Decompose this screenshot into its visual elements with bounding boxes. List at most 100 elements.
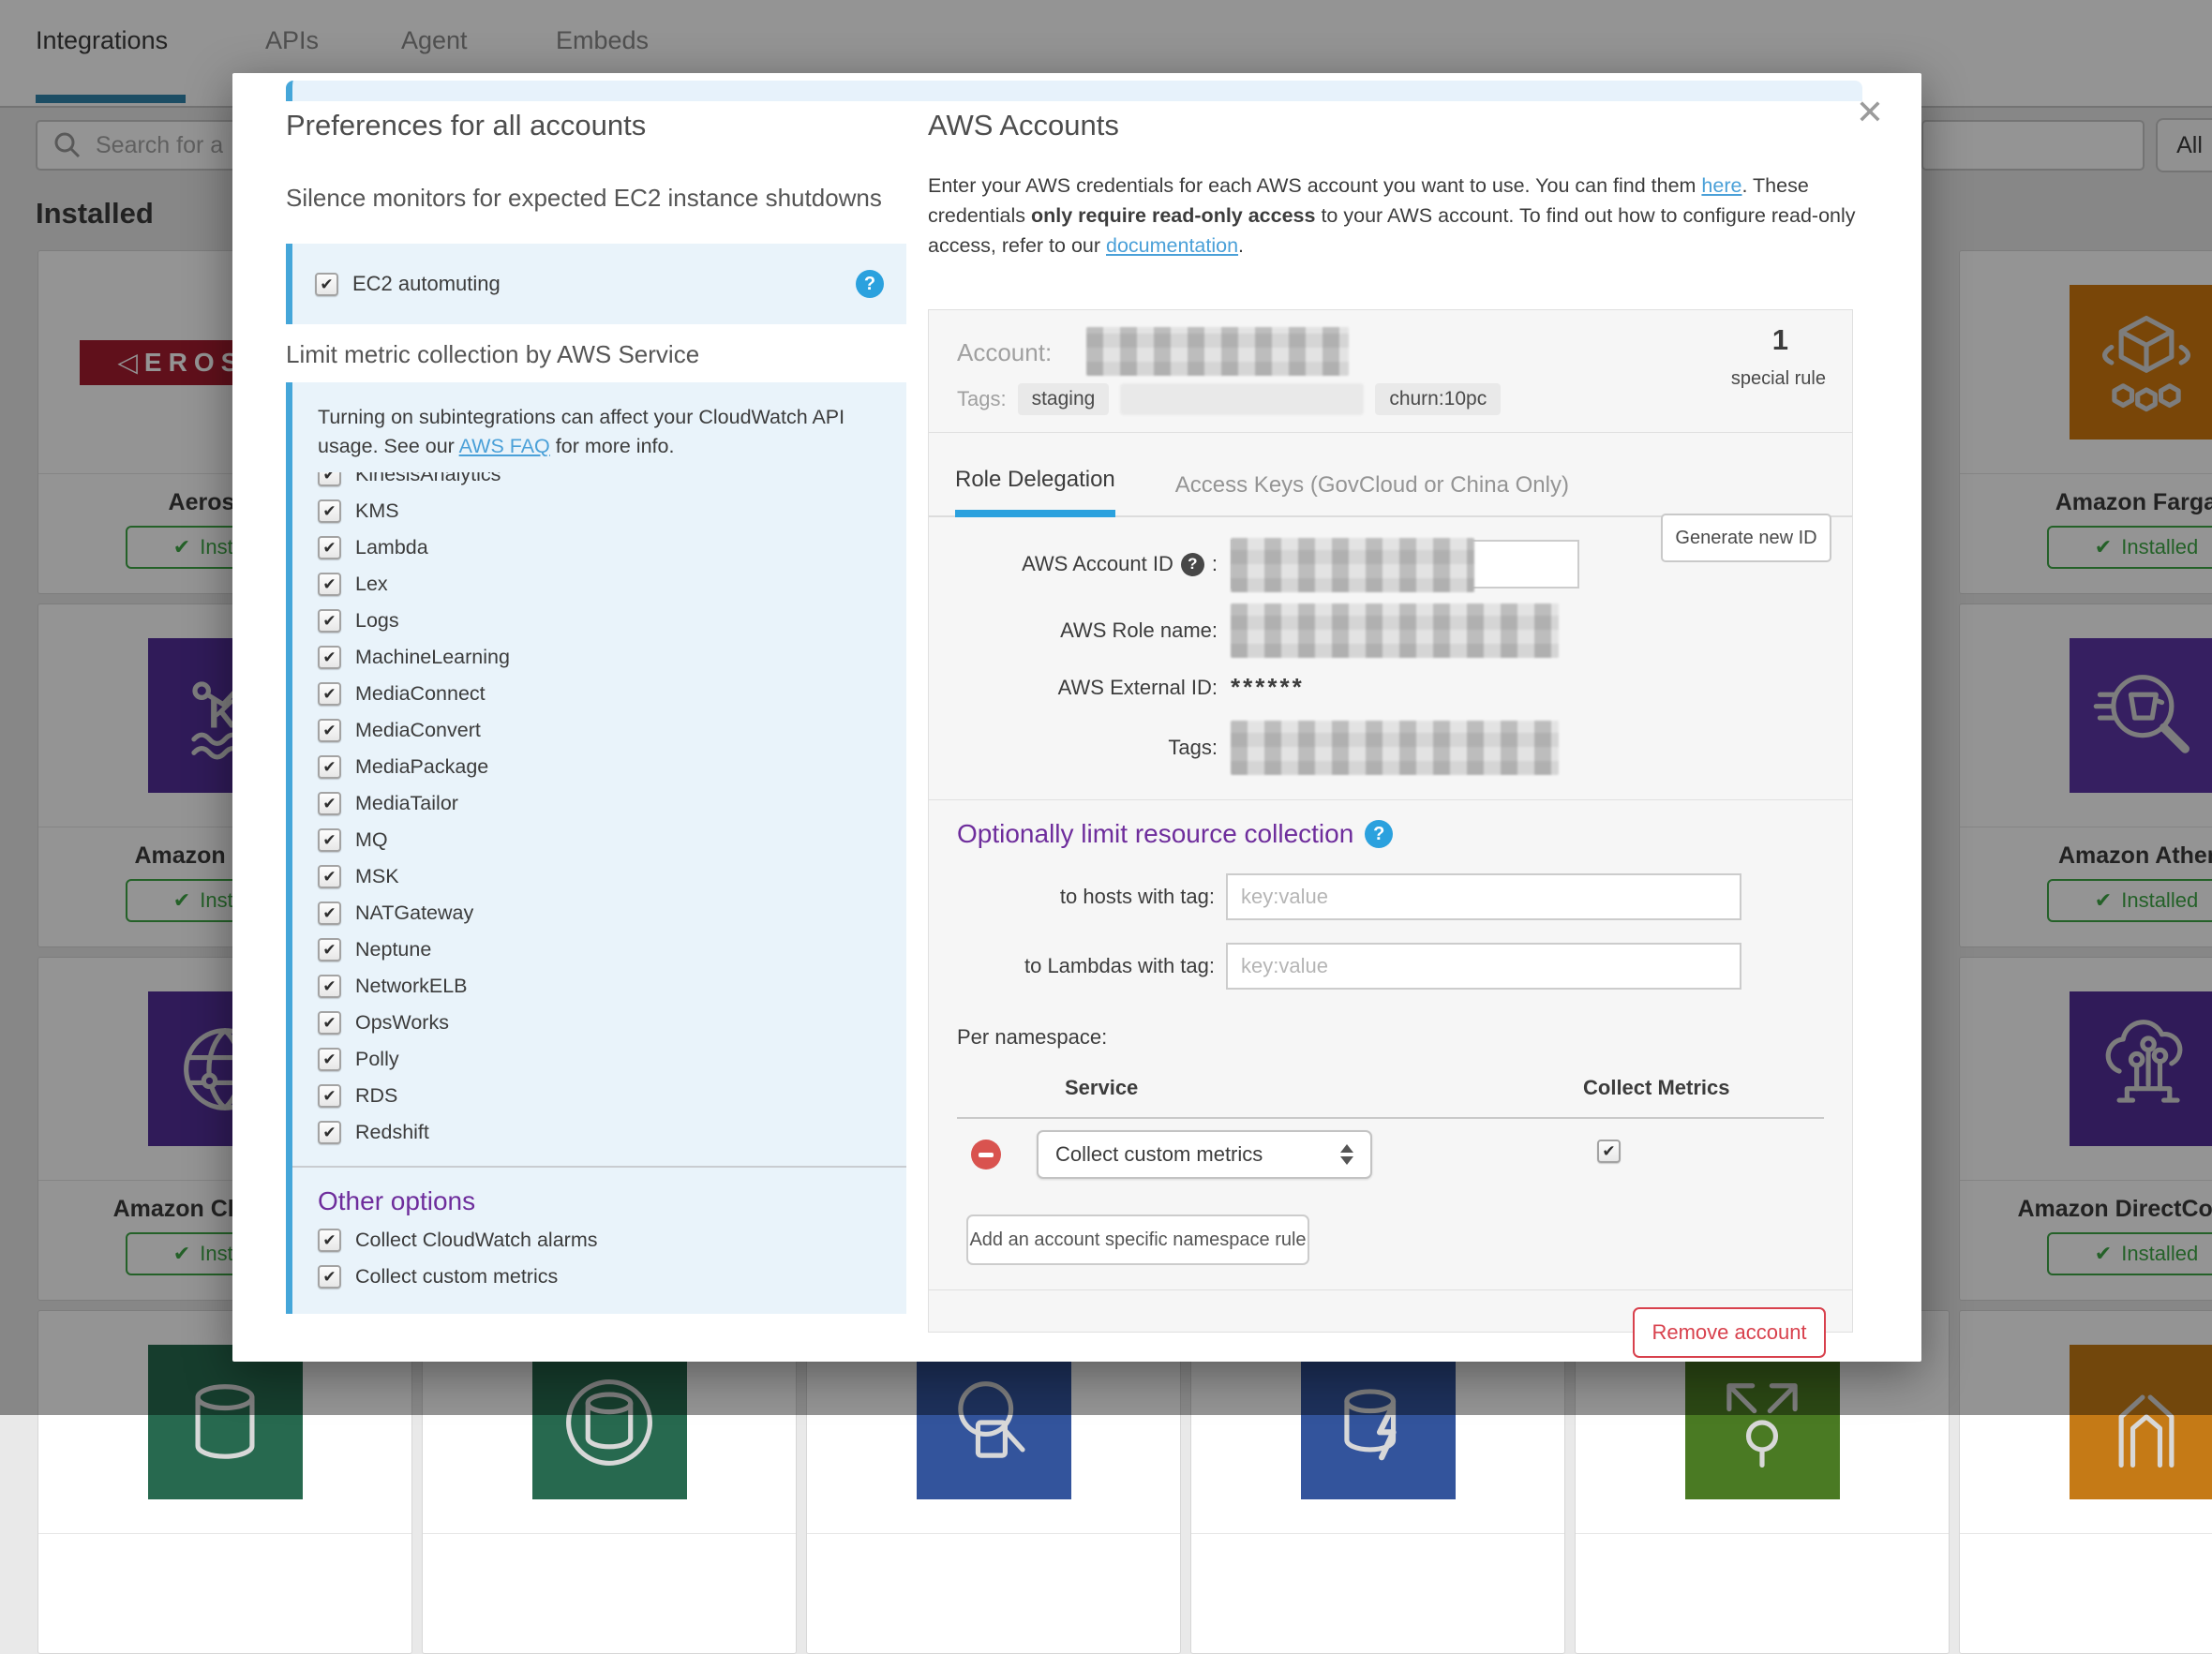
aws-faq-link[interactable]: AWS FAQ <box>459 435 550 457</box>
aws-accounts-title: AWS Accounts <box>928 109 1119 142</box>
service-checkbox[interactable]: ✔ <box>318 609 341 633</box>
scrolled-panel-top-strip <box>286 81 1862 101</box>
service-checkbox[interactable]: ✔ <box>318 646 341 669</box>
service-checkbox[interactable]: ✔ <box>318 828 341 852</box>
service-checkbox[interactable]: ✔ <box>318 1048 341 1071</box>
tag-chip-redacted <box>1120 383 1364 415</box>
service-checkbox[interactable]: ✔ <box>318 499 341 523</box>
service-checkbox[interactable]: ✔ <box>318 536 341 559</box>
account-header: Account: Tags: staging churn:10pc 1 spec… <box>929 310 1852 433</box>
option-checkbox[interactable]: ✔ <box>318 1229 341 1252</box>
service-row[interactable]: ✔ KMS <box>292 493 906 529</box>
documentation-link[interactable]: documentation <box>1106 234 1238 257</box>
service-label: OpsWorks <box>355 1011 449 1035</box>
aws-integration-settings-modal: ✕ Preferences for all accounts Silence m… <box>232 73 1921 1362</box>
generate-new-id-button[interactable]: Generate new ID <box>1661 514 1831 562</box>
hosts-tag-input[interactable] <box>1226 873 1741 920</box>
tag-chip-churn: churn:10pc <box>1375 383 1501 415</box>
option-checkbox[interactable]: ✔ <box>318 1265 341 1289</box>
service-checkbox[interactable]: ✔ <box>318 975 341 998</box>
remove-rule-icon[interactable] <box>971 1140 1001 1170</box>
collect-metrics-checkbox[interactable]: ✔ <box>1597 1140 1621 1163</box>
service-label: MSK <box>355 865 399 888</box>
service-checkbox[interactable]: ✔ <box>318 902 341 925</box>
service-checkbox[interactable]: ✔ <box>318 865 341 888</box>
service-label: MediaConnect <box>355 682 486 706</box>
service-row[interactable]: ✔ Redshift <box>292 1114 906 1151</box>
service-checkbox[interactable]: ✔ <box>318 1084 341 1108</box>
service-row[interactable]: ✔ MQ <box>292 822 906 858</box>
service-label: Neptune <box>355 938 431 961</box>
service-row[interactable]: ✔ RDS <box>292 1078 906 1114</box>
aws-account-id-label: AWS Account ID?: <box>929 552 1218 576</box>
option-row[interactable]: ✔ Collect CloudWatch alarms <box>292 1222 906 1259</box>
option-label: Collect CloudWatch alarms <box>355 1229 597 1252</box>
service-row[interactable]: ✔ MachineLearning <box>292 639 906 676</box>
service-row[interactable]: ✔ Lambda <box>292 529 906 566</box>
aws-role-name-label: AWS Role name: <box>929 618 1218 643</box>
service-row[interactable]: ✔ MediaConvert <box>292 712 906 749</box>
service-label: KMS <box>355 499 399 523</box>
select-arrows-icon <box>1340 1144 1353 1165</box>
service-row[interactable]: ✔ Lex <box>292 566 906 603</box>
service-checkbox[interactable]: ✔ <box>318 573 341 596</box>
hosts-tag-label: to hosts with tag: <box>929 885 1215 909</box>
subintegrations-info-text: Turning on subintegrations can affect yo… <box>292 401 906 467</box>
tab-access-keys[interactable]: Access Keys (GovCloud or China Only) <box>1175 472 1569 515</box>
credentials-tabs: Role Delegation Access Keys (GovCloud or… <box>929 433 1852 517</box>
service-checkbox[interactable]: ✔ <box>318 682 341 706</box>
remove-account-button[interactable]: Remove account <box>1633 1307 1826 1358</box>
service-label: MachineLearning <box>355 646 510 669</box>
namespace-service-select[interactable]: Collect custom metrics <box>1037 1130 1372 1179</box>
footer-divider <box>929 1289 1852 1290</box>
service-row[interactable]: ✔ MediaConnect <box>292 676 906 712</box>
redacted-tags <box>1231 721 1559 775</box>
service-label: KinesisAnalytics <box>355 472 501 486</box>
role-tags-label: Tags: <box>929 736 1218 760</box>
service-row[interactable]: ✔ NATGateway <box>292 895 906 931</box>
service-row[interactable]: ✔ NetworkELB <box>292 968 906 1005</box>
service-label: Logs <box>355 609 399 633</box>
limit-resource-heading: Optionally limit resource collection <box>957 819 1353 849</box>
service-checkbox[interactable]: ✔ <box>318 719 341 742</box>
tab-role-delegation[interactable]: Role Delegation <box>955 467 1115 517</box>
ec2-automuting-checkbox[interactable]: ✔ <box>315 273 338 296</box>
service-row[interactable]: ✔ MediaPackage <box>292 749 906 785</box>
aws-account-id-input[interactable] <box>1231 540 1579 589</box>
help-icon[interactable]: ? <box>1181 553 1204 576</box>
lambdas-tag-label: to Lambdas with tag: <box>929 954 1215 978</box>
ec2-automuting-panel: ✔ EC2 automuting ? <box>286 244 906 324</box>
option-row[interactable]: ✔ Collect custom metrics <box>292 1259 906 1295</box>
silence-monitors-heading: Silence monitors for expected EC2 instan… <box>286 184 882 213</box>
service-label: MQ <box>355 828 388 852</box>
service-row[interactable]: ✔ MSK <box>292 858 906 895</box>
service-checkbox[interactable]: ✔ <box>318 938 341 961</box>
limit-metric-heading: Limit metric collection by AWS Service <box>286 340 699 369</box>
service-checkbox[interactable]: ✔ <box>318 792 341 815</box>
help-icon[interactable]: ? <box>1365 820 1393 848</box>
collect-metrics-column-header: Collect Metrics <box>1583 1076 1730 1100</box>
special-rule-count: 1 <box>1772 323 1788 357</box>
service-row[interactable]: ✔ OpsWorks <box>292 1005 906 1041</box>
other-options-heading: Other options <box>292 1168 906 1222</box>
help-icon[interactable]: ? <box>856 270 884 298</box>
service-checkbox[interactable]: ✔ <box>318 472 341 486</box>
lambdas-tag-input[interactable] <box>1226 943 1741 990</box>
option-label: Collect custom metrics <box>355 1265 558 1289</box>
service-checkbox[interactable]: ✔ <box>318 755 341 779</box>
add-namespace-rule-button[interactable]: Add an account specific namespace rule <box>966 1214 1309 1265</box>
other-options-list: ✔ Collect CloudWatch alarms ✔ Collect cu… <box>292 1222 906 1299</box>
here-link[interactable]: here <box>1701 174 1741 197</box>
service-row[interactable]: ✔ Polly <box>292 1041 906 1078</box>
tag-chip-staging: staging <box>1018 383 1110 415</box>
service-label: RDS <box>355 1084 397 1108</box>
service-row[interactable]: ✔ Neptune <box>292 931 906 968</box>
service-row[interactable]: ✔ Logs <box>292 603 906 639</box>
aws-service-panel: Turning on subintegrations can affect yo… <box>286 382 906 1314</box>
service-label: Polly <box>355 1048 399 1071</box>
service-checkbox[interactable]: ✔ <box>318 1121 341 1144</box>
service-row[interactable]: ✔ KinesisAnalytics <box>292 472 906 493</box>
aws-external-id-label: AWS External ID: <box>929 676 1218 700</box>
service-checkbox[interactable]: ✔ <box>318 1011 341 1035</box>
service-row[interactable]: ✔ MediaTailor <box>292 785 906 822</box>
